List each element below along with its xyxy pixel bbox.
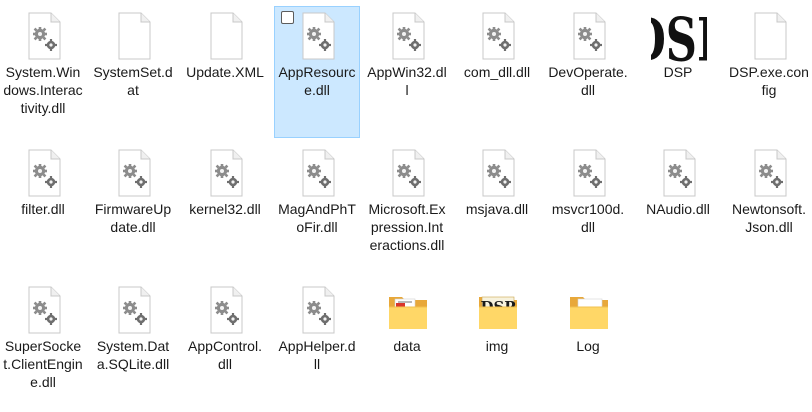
file-item-img[interactable]: DSP img <box>454 280 540 412</box>
file-name-label: msjava.dll <box>465 201 529 217</box>
file-name-label: FirmwareUpdate.dll <box>94 201 172 235</box>
file-name-label: DSP.exe.config <box>729 64 809 98</box>
dll-file-icon <box>204 285 248 335</box>
file-name-label: filter.dll <box>21 201 65 217</box>
file-name-label: DevOperate.dll <box>548 64 628 98</box>
dll-file-icon <box>22 11 66 61</box>
file-item-newtonsoft-json-dll[interactable]: Newtonsoft.Json.dll <box>726 143 812 275</box>
dll-file-icon <box>296 11 340 61</box>
file-name-label: img <box>485 338 509 354</box>
file-item-system-data-sqlite-dll[interactable]: System.Data.SQLite.dll <box>90 280 176 412</box>
file-name-label: Microsoft.Expression.Interactions.dll <box>368 201 446 253</box>
dll-file-icon <box>748 148 792 198</box>
file-name-label: Log <box>576 338 600 354</box>
file-name-label: Update.XML <box>186 64 264 80</box>
dll-file-icon <box>476 148 520 198</box>
file-item-msjava-dll[interactable]: msjava.dll <box>454 143 540 275</box>
dll-file-icon <box>296 285 340 335</box>
file-item-naudio-dll[interactable]: NAudio.dll <box>635 143 721 275</box>
folder-icon <box>567 285 611 335</box>
file-name-label: MagAndPhToFir.dll <box>278 201 356 235</box>
dll-file-icon <box>386 11 430 61</box>
file-item-systemset-dat[interactable]: SystemSet.dat <box>90 6 176 138</box>
dll-file-icon <box>204 148 248 198</box>
dll-file-icon <box>112 148 156 198</box>
file-name-label: DSP <box>663 64 693 80</box>
file-name-label: System.Windows.Interactivity.dll <box>3 64 83 116</box>
file-name-label: Newtonsoft.Json.dll <box>732 201 806 235</box>
file-name-label: kernel32.dll <box>189 201 261 217</box>
file-item-supersocket-clientengine-dll[interactable]: SuperSocket.ClientEngine.dll <box>0 280 86 412</box>
file-grid: System.Windows.Interactivity.dll SystemS… <box>0 0 812 396</box>
dll-file-icon <box>22 285 66 335</box>
file-item-appwin32-dll[interactable]: AppWin32.dll <box>364 6 450 138</box>
file-name-label: SuperSocket.ClientEngine.dll <box>3 338 83 390</box>
file-name-label: msvcr100d.dll <box>551 201 625 235</box>
dll-file-icon <box>386 148 430 198</box>
dll-file-icon <box>476 11 520 61</box>
file-name-label: SystemSet.dat <box>93 64 173 98</box>
file-item-msvcr100d-dll[interactable]: msvcr100d.dll <box>545 143 631 275</box>
file-item-magandphtofir-dll[interactable]: MagAndPhToFir.dll <box>274 143 360 275</box>
file-item-firmwareupdate-dll[interactable]: FirmwareUpdate.dll <box>90 143 176 275</box>
folder-with-content-icon <box>386 285 430 335</box>
file-item-system-windows-interactivity-dll[interactable]: System.Windows.Interactivity.dll <box>0 6 86 138</box>
file-name-label: com_dll.dll <box>463 64 531 80</box>
file-name-label: data <box>393 338 421 354</box>
file-name-label: AppHelper.dll <box>278 338 356 372</box>
folder-with-image-icon: DSP <box>476 285 520 335</box>
file-item-data[interactable]: data <box>364 280 450 412</box>
file-name-label: AppResource.dll <box>278 64 356 98</box>
file-name-label: AppWin32.dll <box>367 64 447 98</box>
blank-file-icon <box>112 11 156 61</box>
file-item-filter-dll[interactable]: filter.dll <box>0 143 86 275</box>
dll-file-icon <box>567 148 611 198</box>
file-item-update-xml[interactable]: Update.XML <box>182 6 268 138</box>
file-item-apphelper-dll[interactable]: AppHelper.dll <box>274 280 360 412</box>
file-item-dsp[interactable]: DSP DSP <box>635 6 721 138</box>
dll-file-icon <box>296 148 340 198</box>
file-item-log[interactable]: Log <box>545 280 631 412</box>
file-item-com-dll-dll[interactable]: com_dll.dll <box>454 6 540 138</box>
file-item-appresource-dll[interactable]: AppResource.dll <box>274 6 360 138</box>
blank-file-icon <box>204 11 248 61</box>
file-item-microsoft-expression-interactions-dll[interactable]: Microsoft.Expression.Interactions.dll <box>364 143 450 275</box>
file-item-kernel32-dll[interactable]: kernel32.dll <box>182 143 268 275</box>
file-name-label: NAudio.dll <box>646 201 710 217</box>
dsp-image-icon: DSP <box>651 7 707 69</box>
dsp-logo-text: DSP <box>651 7 707 69</box>
file-item-devoperate-dll[interactable]: DevOperate.dll <box>545 6 631 138</box>
dll-file-icon <box>112 285 156 335</box>
dll-file-icon <box>22 148 66 198</box>
file-item-appcontrol-dll[interactable]: AppControl.dll <box>182 280 268 412</box>
dll-file-icon <box>657 148 701 198</box>
blank-file-icon <box>748 11 792 61</box>
file-name-label: AppControl.dll <box>188 338 262 372</box>
dll-file-icon <box>567 11 611 61</box>
select-checkbox[interactable] <box>281 11 294 24</box>
file-item-dsp-exe-config[interactable]: DSP.exe.config <box>726 6 812 138</box>
file-name-label: System.Data.SQLite.dll <box>96 338 170 372</box>
